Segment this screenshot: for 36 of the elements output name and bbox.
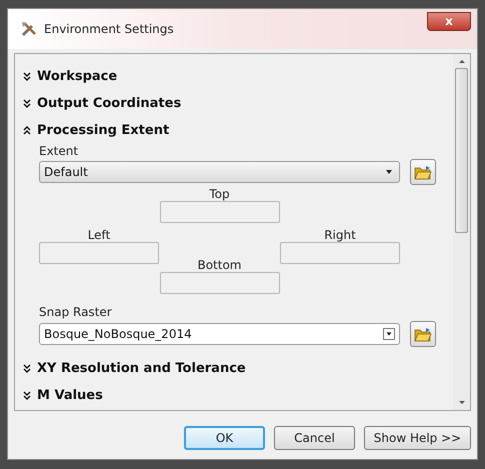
dropdown-value: Default	[44, 164, 89, 181]
section-header[interactable]: Workspace	[23, 63, 453, 90]
folder-icon	[414, 326, 432, 342]
dropdown-value: Bosque_NoBosque_2014	[44, 326, 193, 343]
input-field[interactable]	[39, 242, 159, 264]
scrollbar[interactable]	[453, 54, 470, 410]
chevron-down-icon	[23, 364, 31, 373]
chevron-down-icon	[23, 99, 31, 108]
dialog-button[interactable]: Show Help >>	[364, 426, 471, 450]
field-label: Bottom	[197, 258, 242, 272]
field-label: Snap Raster	[39, 305, 113, 319]
section-header[interactable]: Processing Extent	[23, 117, 453, 144]
input-field[interactable]	[160, 272, 280, 294]
input-field[interactable]	[160, 201, 280, 223]
window-title: Environment Settings	[44, 21, 175, 38]
browse-button[interactable]	[410, 321, 436, 347]
dialog-button[interactable]: OK	[184, 426, 265, 450]
scrollbar-thumb[interactable]	[455, 68, 468, 233]
dropdown-field[interactable]: Default	[39, 161, 400, 183]
field-label: Top	[209, 187, 230, 201]
field-label: Left	[88, 228, 110, 242]
field-label: Right	[324, 228, 356, 242]
chevron-up-icon	[23, 126, 31, 135]
field-label: Extent	[39, 144, 80, 158]
tools-icon	[20, 20, 38, 38]
section-header[interactable]: XY Resolution and Tolerance	[23, 355, 453, 382]
dialog-button[interactable]: Cancel	[274, 426, 355, 450]
dropdown-field[interactable]: Bosque_NoBosque_2014	[39, 323, 400, 345]
section-header[interactable]: M Values	[23, 382, 453, 409]
chevron-down-icon	[23, 72, 31, 81]
close-button[interactable]: x	[427, 12, 471, 30]
chevron-down-icon	[23, 391, 31, 400]
section-header[interactable]: Output Coordinates	[23, 90, 453, 117]
input-field[interactable]	[280, 242, 400, 264]
folder-icon	[414, 164, 432, 180]
browse-button[interactable]	[410, 159, 436, 185]
